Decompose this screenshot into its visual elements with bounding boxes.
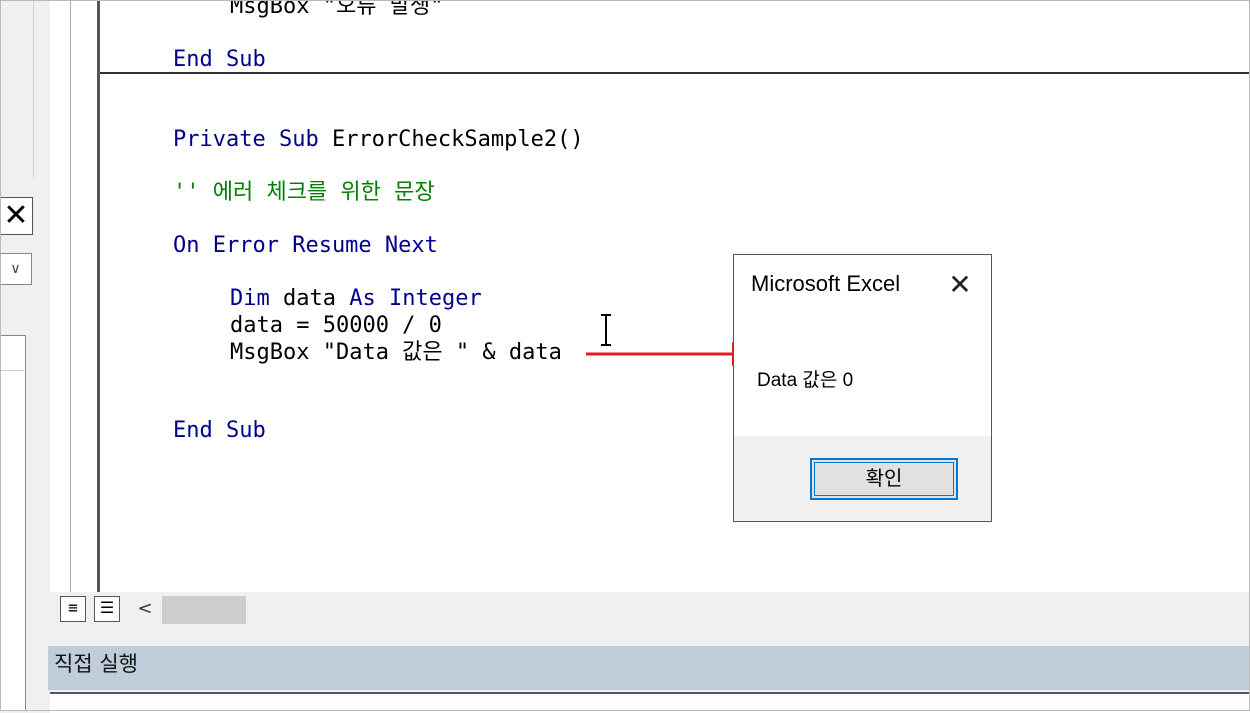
code-line-on-error: On Error Resume Next — [173, 233, 438, 258]
dialog-footer: 확인 — [734, 436, 991, 521]
code-line-msgbox: MsgBox "Data 값은 " & data — [230, 340, 562, 365]
procedure-separator — [100, 72, 1250, 74]
code-editor[interactable]: MsgBox "오류 발생" End Sub Private Sub Error… — [100, 0, 1250, 592]
project-explorer-strip: ✕ ∨ — [0, 0, 50, 711]
ok-button[interactable]: 확인 — [810, 458, 958, 500]
code-line-end-sub-2: End Sub — [173, 418, 266, 443]
arrow-annotation — [586, 342, 754, 366]
dialog-title: Microsoft Excel — [751, 271, 901, 296]
code-window-footer: ≡ ☰ < — [50, 592, 1250, 628]
properties-panel — [0, 335, 26, 711]
code-line-comment: '' 에러 체크를 위한 문장 — [173, 180, 435, 205]
immediate-window-titlebar[interactable]: 직접 실행 — [48, 646, 1250, 690]
immediate-window-input[interactable] — [50, 692, 1250, 713]
code-line-dim: Dim data As Integer — [230, 286, 482, 311]
full-module-view-icon[interactable]: ☰ — [94, 596, 120, 622]
message-box-dialog: Microsoft Excel ✕ Data 값은 0 확인 — [733, 254, 992, 522]
chevron-down-icon[interactable]: ∨ — [0, 253, 32, 285]
code-line-msgbox-top: MsgBox "오류 발생" — [230, 0, 444, 19]
margin-indicator-bar[interactable] — [50, 0, 100, 592]
close-icon[interactable]: ✕ — [944, 269, 976, 301]
code-line-assign: data = 50000 / 0 — [230, 313, 442, 338]
code-line-sub-declaration: Private Sub ErrorCheckSample2() — [173, 127, 584, 152]
dialog-message: Data 값은 0 — [757, 370, 854, 391]
project-tree-panel — [0, 0, 34, 178]
close-icon[interactable]: ✕ — [0, 197, 33, 235]
horizontal-scroll-thumb[interactable] — [162, 596, 246, 624]
code-window: MsgBox "오류 발생" End Sub Private Sub Error… — [50, 0, 1250, 628]
procedure-view-icon[interactable]: ≡ — [60, 596, 86, 622]
code-line-end-sub: End Sub — [173, 47, 266, 72]
immediate-window-title: 직접 실행 — [54, 652, 138, 676]
scroll-left-icon[interactable]: < — [134, 596, 156, 622]
